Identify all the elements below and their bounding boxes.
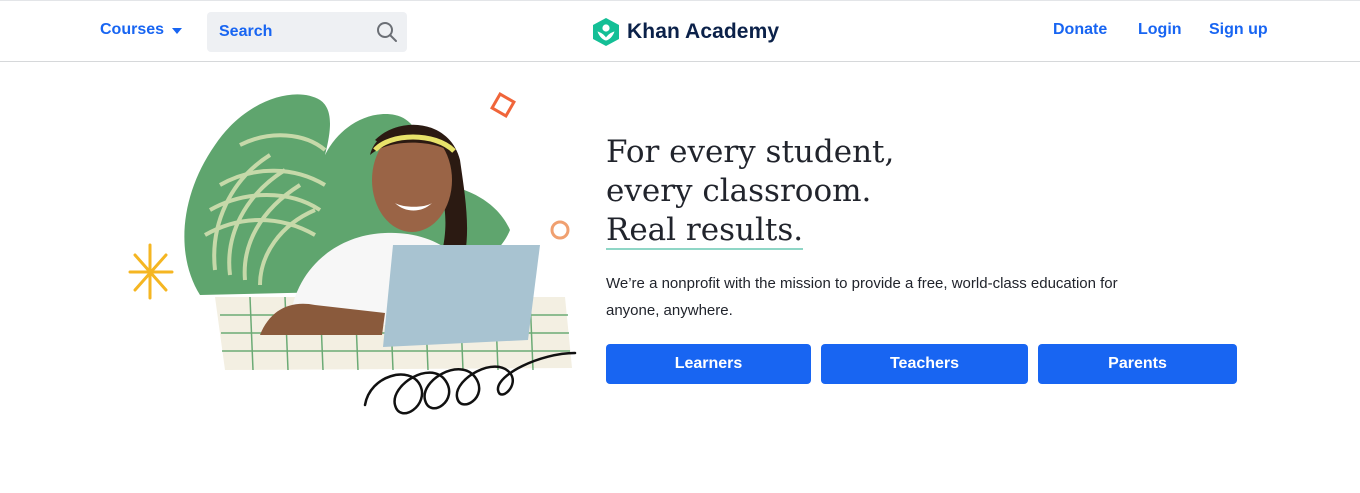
laptop-shape: [383, 245, 540, 347]
headline-line-3: Real results.: [606, 212, 804, 250]
khan-academy-hexagon-icon: [593, 18, 619, 46]
teachers-button[interactable]: Teachers: [821, 344, 1028, 384]
logo-text: Khan Academy: [627, 20, 780, 43]
signup-link[interactable]: Sign up: [1209, 21, 1268, 39]
yellow-starburst-shape: [128, 243, 174, 300]
peach-circle-shape: [550, 220, 570, 240]
search-box[interactable]: [207, 12, 407, 52]
donate-link[interactable]: Donate: [1053, 21, 1107, 39]
hero-headline: For every student, every classroom. Real…: [606, 133, 894, 250]
hero-illustration: [128, 92, 577, 415]
khan-academy-logo[interactable]: Khan Academy: [592, 17, 779, 47]
caret-down-icon: [172, 28, 183, 34]
orange-diamond-shape: [490, 92, 516, 118]
search-icon[interactable]: [376, 21, 398, 43]
courses-label: Courses: [100, 21, 165, 38]
mission-statement: We’re a nonprofit with the mission to pr…: [606, 275, 1118, 319]
headline-line-2: every classroom.: [606, 173, 872, 209]
parents-button[interactable]: Parents: [1038, 344, 1237, 384]
login-link[interactable]: Login: [1138, 21, 1182, 39]
search-input[interactable]: [217, 22, 367, 42]
headline-line-1: For every student,: [606, 134, 895, 170]
courses-dropdown-button[interactable]: Courses: [100, 21, 183, 39]
learners-button[interactable]: Learners: [606, 344, 811, 384]
site-header: Courses Khan Academy Donate Login Sign u…: [0, 0, 1360, 62]
